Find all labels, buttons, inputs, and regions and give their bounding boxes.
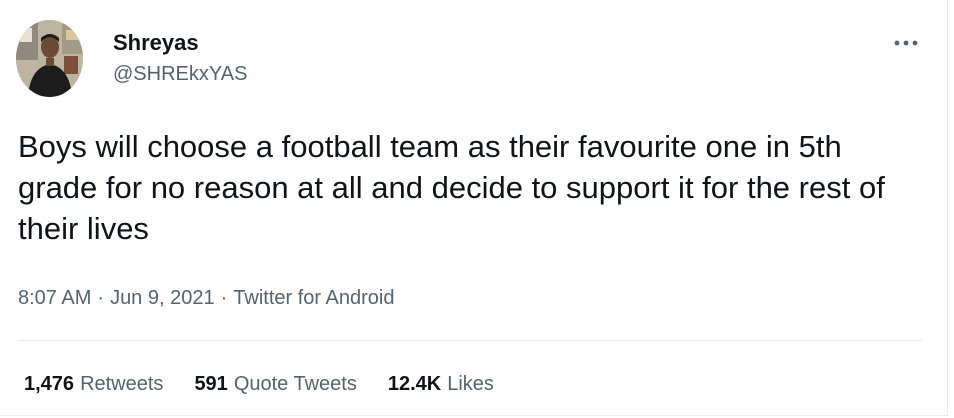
retweets-stat[interactable]: 1,476 Retweets bbox=[24, 371, 163, 397]
avatar[interactable] bbox=[16, 20, 83, 97]
divider bbox=[18, 340, 922, 341]
meta-separator: · bbox=[97, 287, 105, 309]
more-options-button[interactable] bbox=[890, 34, 922, 52]
quote-tweets-stat[interactable]: 591 Quote Tweets bbox=[194, 371, 356, 397]
tweet-card: Shreyas @SHREkxYAS Boys will choose a fo… bbox=[0, 0, 948, 416]
retweets-label: Retweets bbox=[80, 373, 164, 395]
retweets-count: 1,476 bbox=[24, 373, 75, 395]
meta-separator: · bbox=[220, 287, 228, 309]
likes-label: Likes bbox=[447, 373, 494, 395]
quote-tweets-label: Quote Tweets bbox=[233, 373, 357, 395]
quote-tweets-count: 591 bbox=[194, 373, 228, 395]
tweet-date[interactable]: Jun 9, 2021 bbox=[110, 287, 215, 309]
avatar-photo bbox=[16, 20, 83, 97]
tweet-text: Boys will choose a football team as thei… bbox=[18, 129, 885, 246]
tweet-time[interactable]: 8:07 AM bbox=[18, 287, 91, 309]
author-handle[interactable]: @SHREkxYAS bbox=[113, 62, 247, 86]
author-display-name[interactable]: Shreyas bbox=[113, 30, 199, 56]
tweet-source-link[interactable]: Twitter for Android bbox=[233, 287, 394, 309]
likes-stat[interactable]: 12.4K Likes bbox=[388, 371, 494, 397]
likes-count: 12.4K bbox=[387, 373, 442, 395]
more-horizontal-icon bbox=[894, 40, 918, 46]
tweet-meta: 8:07 AM · Jun 9, 2021 · Twitter for Android bbox=[18, 285, 394, 311]
tweet-stats: 1,476 Retweets 591 Quote Tweets 12.4K Li… bbox=[24, 371, 525, 397]
